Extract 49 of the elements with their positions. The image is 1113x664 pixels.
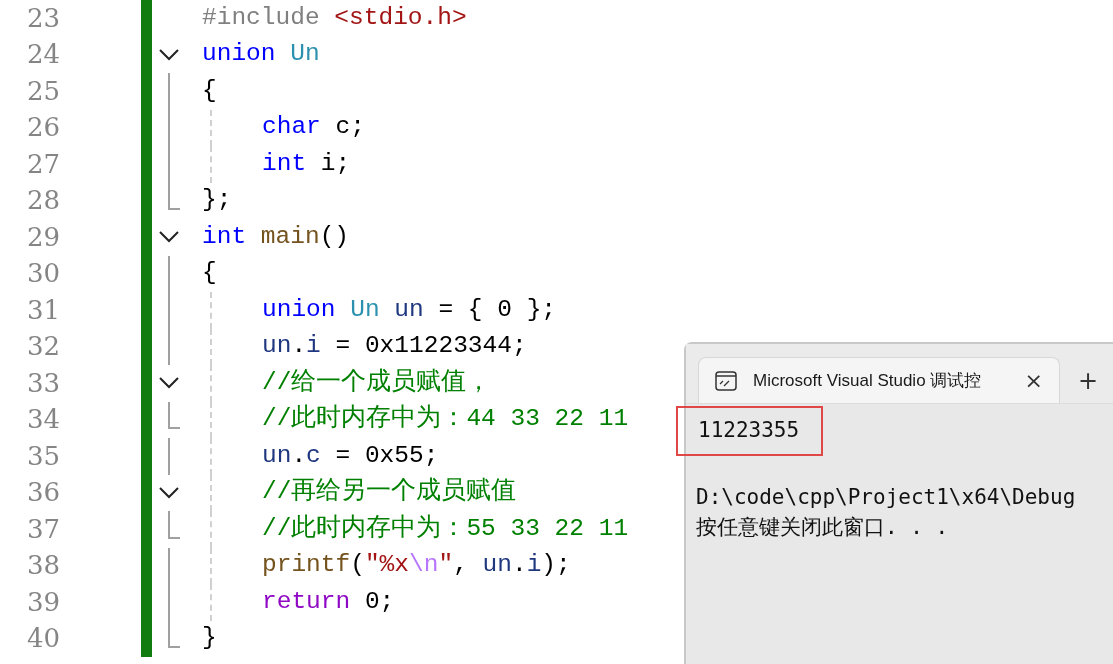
code-line: }: [202, 623, 217, 654]
line-number: 32: [26, 330, 60, 364]
code-line: union Un un = { 0 };: [262, 294, 557, 325]
terminal-icon: [715, 370, 737, 391]
console-line: 按任意键关闭此窗口. . .: [695, 514, 950, 541]
line-number: 26: [26, 111, 60, 145]
console-output: 11223355: [676, 406, 824, 456]
console-line: D:\code\cpp\Project1\x64\Debug: [695, 484, 1077, 511]
code-line: un.c = 0x55;: [262, 440, 439, 471]
code-line: union Un: [202, 39, 320, 70]
collapse-chevron-icon[interactable]: [158, 47, 180, 62]
code-line: };: [202, 185, 232, 216]
line-number: 29: [26, 220, 60, 254]
line-number: 40: [26, 622, 60, 656]
line-number: 33: [26, 366, 60, 400]
code-line: {: [202, 75, 217, 106]
line-number: 23: [26, 1, 60, 35]
line-number: 24: [26, 38, 60, 72]
line-number: 27: [26, 147, 60, 181]
collapse-chevron-icon[interactable]: [158, 230, 180, 245]
collapse-chevron-icon[interactable]: [158, 376, 180, 391]
tab-title: Microsoft Visual Studio 调试控: [753, 369, 982, 392]
code-line: //此时内存中为：44 33 22 11: [262, 403, 629, 435]
close-tab-button[interactable]: ×: [1024, 369, 1043, 392]
code-line: //给一个成员赋值，: [262, 367, 492, 398]
console-tab[interactable]: Microsoft Visual Studio 调试控 ×: [698, 357, 1060, 403]
code-line: un.i = 0x11223344;: [262, 331, 527, 362]
outline-guide: [168, 438, 170, 475]
code-line: return 0;: [262, 586, 395, 617]
line-number: 35: [26, 439, 60, 473]
line-number: 30: [26, 257, 60, 291]
line-number: 38: [26, 549, 60, 583]
new-tab-button[interactable]: +: [1078, 369, 1099, 393]
code-line: //此时内存中为：55 33 22 11: [262, 513, 629, 544]
line-number: 36: [26, 476, 60, 510]
code-line: #include <stdio.h>: [202, 2, 467, 33]
code-line: {: [202, 258, 217, 289]
collapse-chevron-icon[interactable]: [158, 485, 180, 500]
code-line: //再给另一个成员赋值: [262, 476, 517, 508]
line-number: 25: [26, 74, 60, 108]
line-number: 31: [26, 293, 60, 327]
code-line: int i;: [262, 148, 351, 179]
line-number: 34: [26, 403, 60, 437]
line-number: 37: [26, 512, 60, 546]
code-line: printf("%x\n", un.i);: [262, 550, 571, 581]
code-line: char c;: [262, 112, 365, 143]
line-number: 28: [26, 184, 60, 218]
code-line: int main(): [202, 221, 350, 252]
line-number: 39: [26, 585, 60, 619]
